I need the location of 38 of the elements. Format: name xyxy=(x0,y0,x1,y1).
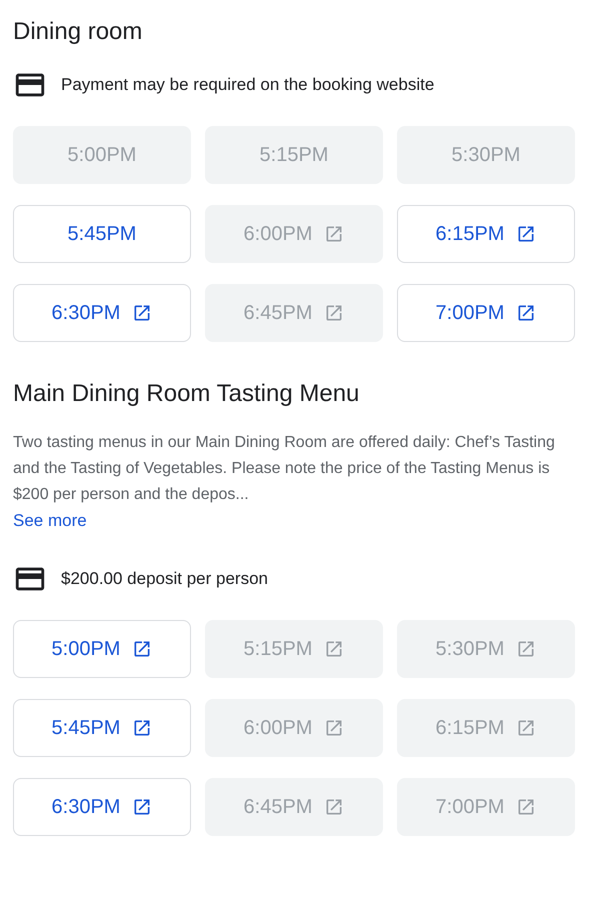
external-link-icon xyxy=(324,639,344,659)
external-link-icon xyxy=(324,718,344,738)
time-slot-button[interactable]: 6:15PM xyxy=(397,699,575,757)
time-slot-button[interactable]: 6:15PM xyxy=(397,205,575,263)
time-slot-button[interactable]: 5:30PM xyxy=(397,126,575,184)
external-link-icon xyxy=(516,639,536,659)
description-text: Two tasting menus in our Main Dining Room are offered daily: Chef’s Tasting and the Tasting of Vegetables. Please note the price of the Tasting Menus is $200 per person and the depos... xyxy=(13,433,556,505)
payment-note: Payment may be required on the booking website xyxy=(61,75,434,95)
time-slot-button[interactable]: 6:45PM xyxy=(205,284,383,342)
time-slot-button[interactable]: 5:45PM xyxy=(13,699,191,757)
time-slot-button[interactable]: 7:00PM xyxy=(397,778,575,836)
external-link-icon xyxy=(324,797,344,817)
payment-note: $200.00 deposit per person xyxy=(61,569,268,589)
external-link-icon xyxy=(516,718,536,738)
external-link-icon xyxy=(324,224,344,244)
external-link-icon xyxy=(516,303,536,323)
time-slot-button[interactable]: 5:45PM xyxy=(13,205,191,263)
external-link-icon xyxy=(132,639,152,659)
time-slot-button[interactable]: 7:00PM xyxy=(397,284,575,342)
time-slot-button[interactable]: 6:00PM xyxy=(205,205,383,263)
time-slot-button[interactable]: 5:30PM xyxy=(397,620,575,678)
time-slot-button[interactable]: 5:15PM xyxy=(205,620,383,678)
time-slot-button[interactable]: 5:00PM xyxy=(13,126,191,184)
external-link-icon xyxy=(132,797,152,817)
external-link-icon xyxy=(516,224,536,244)
time-slot-button[interactable]: 5:15PM xyxy=(205,126,383,184)
see-more-link[interactable]: See more xyxy=(13,508,87,534)
section-title: Main Dining Room Tasting Menu xyxy=(13,380,360,408)
section-title: Dining room xyxy=(13,18,144,46)
time-slot-button[interactable]: 6:30PM xyxy=(13,284,191,342)
time-slot-button[interactable]: 5:00PM xyxy=(13,620,191,678)
external-link-icon xyxy=(516,797,536,817)
time-slot-button[interactable]: 6:45PM xyxy=(205,778,383,836)
external-link-icon xyxy=(132,718,152,738)
time-slot-button[interactable]: 6:00PM xyxy=(205,699,383,757)
external-link-icon xyxy=(132,303,152,323)
external-link-icon xyxy=(324,303,344,323)
time-slot-button[interactable]: 6:30PM xyxy=(13,778,191,836)
